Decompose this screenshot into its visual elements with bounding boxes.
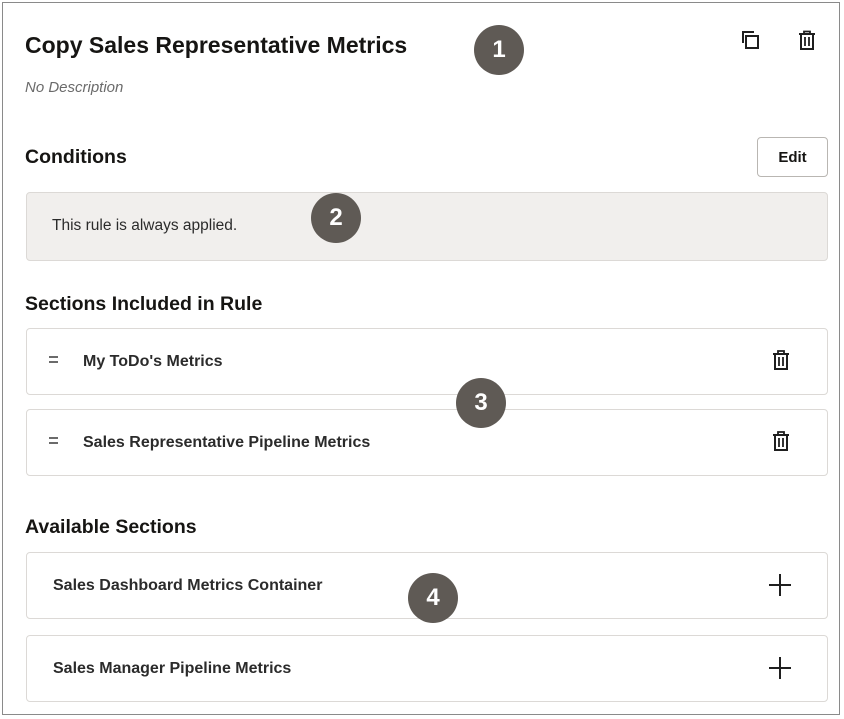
- available-section-label: Sales Dashboard Metrics Container: [53, 577, 323, 594]
- drag-handle-icon[interactable]: [49, 437, 63, 449]
- callout-badge-1: 1: [474, 25, 524, 75]
- add-section-button[interactable]: [768, 573, 792, 602]
- conditions-heading: Conditions: [25, 146, 127, 168]
- conditions-text: This rule is always applied.: [52, 217, 238, 234]
- callout-badge-4: 4: [408, 573, 458, 623]
- included-sections-heading: Sections Included in Rule: [25, 293, 263, 315]
- edit-conditions-button[interactable]: Edit: [757, 137, 828, 177]
- available-sections-heading: Available Sections: [25, 516, 197, 538]
- included-section-label: Sales Representative Pipeline Metrics: [83, 434, 371, 451]
- included-section-label: My ToDo's Metrics: [83, 353, 223, 370]
- delete-rule-button[interactable]: [793, 26, 821, 54]
- conditions-box: This rule is always applied.: [26, 192, 828, 261]
- available-section-item[interactable]: Sales Manager Pipeline Metrics: [26, 635, 828, 702]
- add-section-button[interactable]: [768, 656, 792, 685]
- trash-icon: [773, 431, 789, 451]
- callout-badge-3: 3: [456, 378, 506, 428]
- remove-section-button[interactable]: [770, 348, 792, 377]
- drag-handle-icon[interactable]: [49, 356, 63, 368]
- available-section-label: Sales Manager Pipeline Metrics: [53, 660, 292, 677]
- plus-icon: [769, 657, 791, 679]
- rule-title: Copy Sales Representative Metrics: [25, 32, 408, 58]
- plus-icon: [769, 574, 791, 596]
- rule-description: No Description: [25, 79, 124, 96]
- trash-icon: [773, 350, 789, 370]
- duplicate-button[interactable]: [736, 26, 764, 54]
- included-section-item[interactable]: My ToDo's Metrics: [26, 328, 828, 395]
- trash-icon: [799, 30, 815, 50]
- remove-section-button[interactable]: [770, 429, 792, 458]
- callout-badge-2: 2: [311, 193, 361, 243]
- copy-icon: [742, 31, 759, 49]
- included-section-item[interactable]: Sales Representative Pipeline Metrics: [26, 409, 828, 476]
